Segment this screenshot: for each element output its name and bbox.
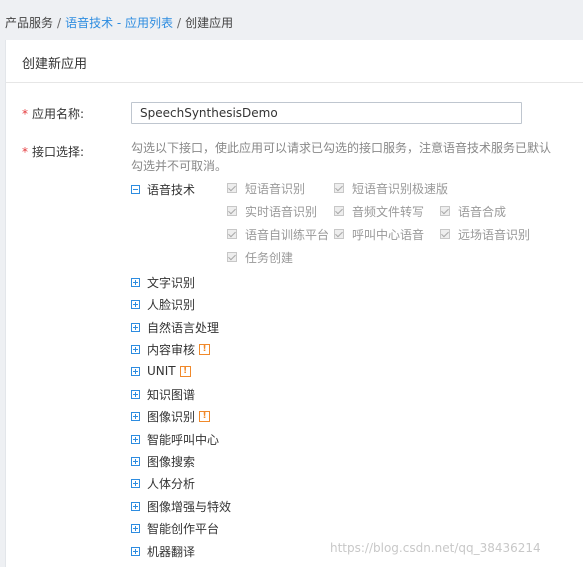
checkbox-label: 实时语音识别 bbox=[245, 204, 318, 219]
tree-group-label: 内容审核 bbox=[147, 342, 196, 357]
warning-icon[interactable]: ! bbox=[199, 410, 211, 422]
expand-icon[interactable] bbox=[131, 322, 140, 332]
checkbox-checked-disabled-icon bbox=[334, 183, 344, 193]
panel-divider bbox=[6, 82, 583, 83]
tree-group-content-audit[interactable]: 内容审核 ! bbox=[131, 341, 211, 357]
tree-group-label: 文字识别 bbox=[147, 275, 196, 290]
tree-group-label: 人体分析 bbox=[147, 476, 196, 491]
expand-icon[interactable] bbox=[131, 501, 140, 511]
checkbox-item: 音频文件转写 bbox=[334, 203, 424, 219]
checkbox-label: 短语音识别 bbox=[245, 181, 306, 196]
expand-icon[interactable] bbox=[131, 277, 140, 287]
tree-group-label: 自然语言处理 bbox=[147, 320, 220, 335]
app-name-label-text: 应用名称: bbox=[32, 107, 85, 121]
tree-group-image-enhance[interactable]: 图像增强与特效 bbox=[131, 498, 231, 514]
tree-group-label: 人脸识别 bbox=[147, 297, 196, 312]
tree-group-body-analysis[interactable]: 人体分析 bbox=[131, 475, 195, 491]
warning-icon[interactable]: ! bbox=[199, 343, 211, 355]
checkbox-checked-disabled-icon bbox=[227, 252, 237, 262]
app-name-input[interactable] bbox=[131, 102, 522, 124]
expand-icon[interactable] bbox=[131, 546, 140, 556]
tree-group-label: 知识图谱 bbox=[147, 387, 196, 402]
tree-group-machine-translation[interactable]: 机器翻译 bbox=[131, 543, 195, 559]
checkbox-checked-disabled-icon bbox=[227, 206, 237, 216]
checkbox-label: 音频文件转写 bbox=[352, 204, 425, 219]
checkbox-label: 远场语音识别 bbox=[458, 227, 531, 242]
checkbox-item: 短语音识别 bbox=[227, 180, 305, 196]
expand-icon[interactable] bbox=[131, 456, 140, 466]
checkbox-item: 短语音识别极速版 bbox=[334, 180, 448, 196]
checkbox-label: 短语音识别极速版 bbox=[352, 181, 449, 196]
interface-label-text: 接口选择: bbox=[32, 145, 85, 159]
tree-group-knowledge-graph[interactable]: 知识图谱 bbox=[131, 386, 195, 402]
expand-icon[interactable] bbox=[131, 299, 140, 309]
tree-group-speech[interactable]: 语音技术 bbox=[131, 181, 195, 197]
required-mark: * bbox=[22, 145, 28, 159]
tree-group-call-center[interactable]: 智能呼叫中心 bbox=[131, 431, 219, 447]
panel-title: 创建新应用 bbox=[22, 57, 88, 72]
expand-icon[interactable] bbox=[131, 366, 140, 376]
breadcrumb-current: 创建应用 bbox=[185, 16, 234, 30]
checkbox-label: 呼叫中心语音 bbox=[352, 227, 425, 242]
expand-icon[interactable] bbox=[131, 523, 140, 533]
breadcrumb-app-list-link[interactable]: 语音技术 - 应用列表 bbox=[65, 16, 173, 30]
tree-group-label: 图像搜索 bbox=[147, 454, 196, 469]
checkbox-item: 呼叫中心语音 bbox=[334, 226, 424, 242]
checkbox-item: 语音合成 bbox=[440, 203, 506, 219]
breadcrumb-products[interactable]: 产品服务 bbox=[5, 16, 53, 30]
checkbox-label: 语音自训练平台 bbox=[245, 227, 330, 242]
checkbox-checked-disabled-icon bbox=[227, 183, 237, 193]
tree-group-label: 智能创作平台 bbox=[147, 521, 220, 536]
checkbox-item: 远场语音识别 bbox=[440, 226, 530, 242]
checkbox-item: 任务创建 bbox=[227, 249, 293, 265]
breadcrumb-separator: / bbox=[177, 16, 182, 30]
tree-group-label: 语音技术 bbox=[147, 182, 196, 197]
expand-icon[interactable] bbox=[131, 411, 140, 421]
tree-group-nlp[interactable]: 自然语言处理 bbox=[131, 319, 219, 335]
expand-icon[interactable] bbox=[131, 434, 140, 444]
tree-group-image-search[interactable]: 图像搜索 bbox=[131, 453, 195, 469]
tree-group-creation-platform[interactable]: 智能创作平台 bbox=[131, 520, 219, 536]
checkbox-checked-disabled-icon bbox=[440, 206, 450, 216]
collapse-icon[interactable] bbox=[131, 184, 140, 194]
tree-group-ocr[interactable]: 文字识别 bbox=[131, 274, 195, 290]
checkbox-item: 实时语音识别 bbox=[227, 203, 317, 219]
tree-group-unit[interactable]: UNIT ! bbox=[131, 363, 191, 379]
expand-icon[interactable] bbox=[131, 344, 140, 354]
app-name-label: * 应用名称: bbox=[22, 105, 84, 122]
checkbox-checked-disabled-icon bbox=[334, 206, 344, 216]
tree-group-label: 智能呼叫中心 bbox=[147, 432, 220, 447]
checkbox-item: 语音自训练平台 bbox=[227, 226, 329, 242]
checkbox-label: 任务创建 bbox=[245, 250, 294, 265]
tree-group-label: 图像增强与特效 bbox=[147, 499, 232, 514]
breadcrumb: 产品服务 / 语音技术 - 应用列表 / 创建应用 bbox=[5, 14, 233, 32]
interface-label: * 接口选择: bbox=[22, 143, 84, 160]
expand-icon[interactable] bbox=[131, 478, 140, 488]
watermark: https://blog.csdn.net/qq_38436214 bbox=[330, 541, 541, 555]
tree-group-face[interactable]: 人脸识别 bbox=[131, 296, 195, 312]
interface-hint: 勾选以下接口，使此应用可以请求已勾选的接口服务，注意语音技术服务已默认勾选并不可… bbox=[131, 141, 552, 173]
checkbox-checked-disabled-icon bbox=[227, 229, 237, 239]
required-mark: * bbox=[22, 107, 28, 121]
expand-icon[interactable] bbox=[131, 389, 140, 399]
tree-group-image-recognition[interactable]: 图像识别 ! bbox=[131, 408, 211, 424]
create-app-panel: 创建新应用 * 应用名称: * 接口选择: 勾选以下接口，使此应用可以请求已勾选的接… bbox=[5, 40, 583, 567]
checkbox-checked-disabled-icon bbox=[334, 229, 344, 239]
tree-group-label: 图像识别 bbox=[147, 409, 196, 424]
tree-group-label: UNIT bbox=[147, 364, 176, 378]
warning-icon[interactable]: ! bbox=[179, 365, 191, 377]
tree-group-label: 机器翻译 bbox=[147, 544, 196, 559]
checkbox-checked-disabled-icon bbox=[440, 229, 450, 239]
breadcrumb-separator: / bbox=[57, 16, 62, 30]
checkbox-label: 语音合成 bbox=[458, 204, 507, 219]
